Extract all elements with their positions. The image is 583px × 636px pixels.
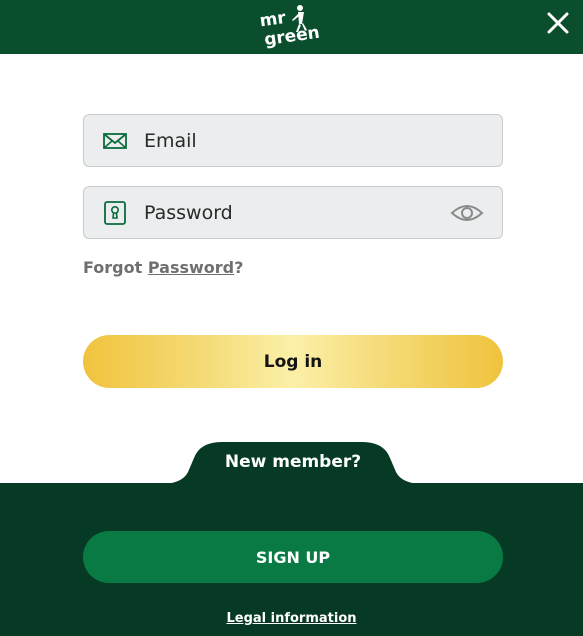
password-input[interactable] bbox=[144, 187, 444, 238]
envelope-icon bbox=[103, 133, 127, 149]
forgot-password: Forgot Password? bbox=[83, 258, 243, 277]
login-button[interactable]: Log in bbox=[83, 335, 503, 388]
signup-button[interactable]: SIGN UP bbox=[83, 531, 503, 583]
forgot-prefix: Forgot bbox=[83, 258, 143, 277]
new-member-label: New member? bbox=[224, 452, 362, 472]
email-field[interactable] bbox=[83, 114, 503, 167]
top-bar: mr green bbox=[0, 0, 583, 54]
password-field[interactable] bbox=[83, 186, 503, 239]
forgot-password-link[interactable]: Password bbox=[148, 258, 234, 277]
eye-icon[interactable] bbox=[450, 199, 484, 227]
keyhole-icon bbox=[104, 201, 126, 225]
close-icon[interactable] bbox=[545, 10, 571, 36]
mr-green-logo[interactable]: mr green bbox=[258, 2, 328, 50]
legal-information-link[interactable]: Legal information bbox=[0, 611, 583, 626]
forgot-suffix: ? bbox=[234, 258, 244, 277]
email-input[interactable] bbox=[144, 115, 444, 166]
